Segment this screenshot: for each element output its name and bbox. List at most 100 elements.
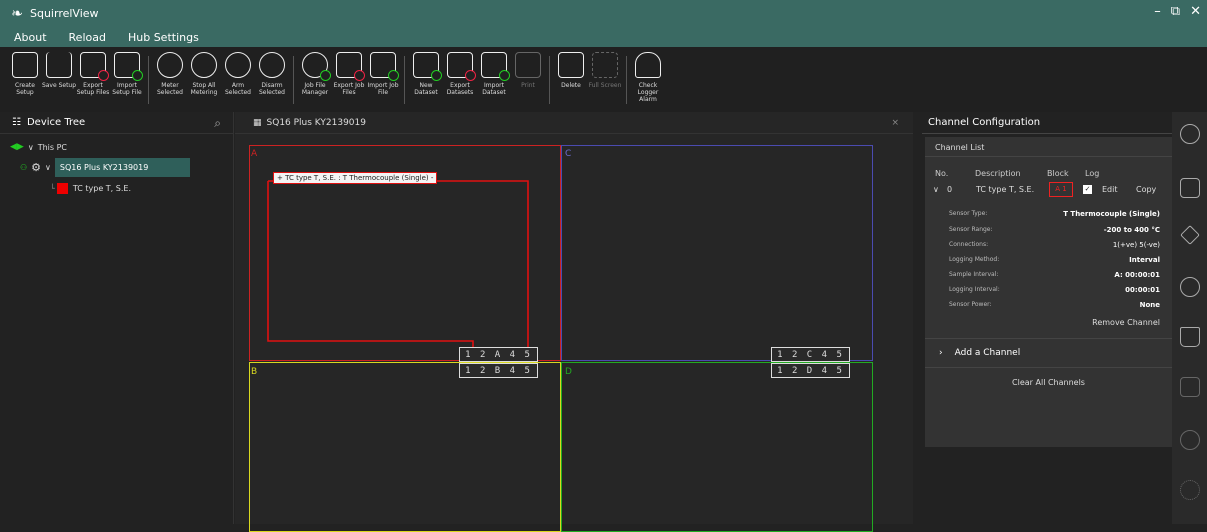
connector-block-b[interactable]: 1 2 B 4 5 (459, 363, 538, 378)
connector-block-d[interactable]: 1 2 D 4 5 (771, 363, 850, 378)
save-setup-button[interactable]: Save Setup (42, 52, 76, 89)
import-job-file-button[interactable]: Import Job File (367, 52, 399, 96)
delete-button[interactable]: Delete (556, 52, 586, 89)
detail-sample-interval: Sample Interval: A: 00:00:01 (949, 271, 1160, 279)
channel-configuration-panel: Channel Configuration Channel List No. D… (922, 112, 1172, 524)
remove-channel-button[interactable]: Remove Channel (1092, 318, 1160, 327)
full-screen-button[interactable]: Full Screen (589, 52, 621, 89)
import-setup-file-button[interactable]: Import Setup File (112, 52, 143, 96)
stop-all-metering-button[interactable]: Stop All Metering (189, 52, 219, 96)
channel-block[interactable]: A 1 (1049, 182, 1073, 197)
import-dataset-button[interactable]: Import Dataset (479, 52, 510, 96)
logger-icon[interactable] (1180, 178, 1200, 198)
clear-all-channels-button[interactable]: Clear All Channels (925, 373, 1172, 393)
menu-hub-settings[interactable]: Hub Settings (128, 31, 199, 44)
print-button[interactable]: Print (513, 52, 543, 89)
bell-icon (635, 52, 661, 78)
menu-about[interactable]: About (14, 31, 47, 44)
info-icon[interactable] (1180, 430, 1200, 450)
app-title: SquirrelView (30, 7, 99, 20)
close-icon[interactable]: ✕ (1190, 4, 1201, 19)
alarm-clock-icon[interactable] (1180, 277, 1200, 297)
this-pc-label: This PC (37, 142, 68, 152)
disarm-icon (259, 52, 285, 78)
meter-icon (157, 52, 183, 78)
export-setup-files-button[interactable]: Export Setup Files (77, 52, 109, 96)
connector-block-c[interactable]: 1 2 C 4 5 (771, 347, 850, 362)
gear-icon[interactable]: ⚙ (31, 161, 41, 174)
connector-block-a[interactable]: 1 2 A 4 5 (459, 347, 538, 362)
tree-item-this-pc[interactable]: ◀▶ ∨ This PC (10, 142, 67, 152)
copy-button[interactable]: Copy (1136, 185, 1156, 194)
minimize-icon[interactable]: – (1154, 4, 1161, 19)
export-job-files-button[interactable]: Export Job Files (334, 52, 365, 96)
stop-metering-icon (191, 52, 217, 78)
channel-list: Channel List No. Description Block Log ∨… (925, 137, 1172, 447)
add-channel-row[interactable]: › Add a Channel (925, 338, 1172, 368)
tools-icon[interactable] (1180, 225, 1200, 245)
meter-selected-button[interactable]: Meter Selected (155, 52, 185, 96)
maximize-icon[interactable]: ⧉ (1171, 4, 1180, 19)
device-label: SQ16 Plus KY2139019 (54, 158, 191, 177)
config-title: Channel Configuration (922, 112, 1172, 134)
search-icon[interactable]: ⌕ (214, 116, 221, 131)
print-icon (515, 52, 541, 78)
add-channel-label: Add a Channel (954, 348, 1021, 358)
tree-branch: └ (50, 184, 55, 193)
tree-item-channel[interactable]: └ TC type T, S.E. (50, 183, 131, 194)
title-bar: ❧ SquirrelView – ⧉ ✕ (0, 0, 1207, 27)
chevron-down-icon[interactable]: ∨ (45, 163, 51, 172)
device-tree-panel: ☷ Device Tree ⌕ ◀▶ ∨ This PC ⚇ ⚙ ∨ SQ16 … (0, 112, 234, 524)
col-description: Description (975, 169, 1021, 178)
detail-connections: Connections: 1(+ve) 5(-ve) (949, 241, 1160, 249)
disarm-selected-button[interactable]: Disarm Selected (257, 52, 287, 96)
menu-reload[interactable]: Reload (69, 31, 106, 44)
toolbar: Create Setup Save Setup Export Setup Fil… (0, 47, 1207, 112)
detail-logging-method: Logging Method: Interval (949, 256, 1160, 264)
squirrel-icon: ❧ (11, 5, 23, 22)
connection-icon: ⚇ (20, 163, 28, 172)
job-file-manager-button[interactable]: Job File Manager (300, 52, 331, 96)
export-job-icon (336, 52, 365, 81)
detail-logging-interval: Logging Interval: 00:00:01 (949, 286, 1160, 294)
tree-item-device[interactable]: ⚇ ⚙ ∨ SQ16 Plus KY2139019 (20, 158, 191, 177)
new-dataset-button[interactable]: New Dataset (411, 52, 442, 96)
export-datasets-button[interactable]: Export Datasets (445, 52, 476, 96)
arm-selected-button[interactable]: Arm Selected (223, 52, 253, 96)
job-file-manager-icon (302, 52, 331, 81)
channel-box[interactable]: + TC type T, S.E. : T Thermocouple (Sing… (273, 172, 438, 184)
import-job-icon (370, 52, 399, 81)
channel-config-icon[interactable] (1180, 124, 1200, 144)
create-setup-icon (12, 52, 38, 78)
detail-sensor-type: Sensor Type: T Thermocouple (Single) (949, 210, 1160, 218)
export-setup-icon (80, 52, 109, 81)
col-block: Block (1047, 169, 1069, 178)
new-dataset-icon (413, 52, 442, 81)
clean-icon[interactable] (1180, 327, 1200, 347)
device-tree-title: Device Tree (26, 117, 86, 128)
settings-box-icon[interactable] (1180, 377, 1200, 397)
chevron-down-icon[interactable]: ∨ (28, 143, 34, 152)
save-setup-icon (46, 52, 72, 78)
chevron-down-icon[interactable]: ∨ (933, 185, 939, 194)
device-tree-icon: ☷ (12, 117, 21, 128)
menu-bar: About Reload Hub Settings (0, 27, 1207, 47)
import-dataset-icon (481, 52, 510, 81)
channel-no: 0 (947, 185, 953, 194)
edit-button[interactable]: Edit (1102, 185, 1118, 194)
channel-color-swatch (56, 183, 68, 194)
detail-sensor-power: Sensor Power: None (949, 301, 1160, 309)
log-checkbox[interactable]: ✓ (1083, 185, 1092, 194)
channel-label: TC type T, S.E. (72, 184, 131, 193)
advanced-settings-icon[interactable] (1180, 480, 1200, 500)
delete-icon (558, 52, 584, 78)
chevron-right-icon: › (939, 348, 943, 358)
create-setup-button[interactable]: Create Setup (10, 52, 40, 96)
channel-list-title: Channel List (925, 137, 1172, 157)
device-canvas: ▦ SQ16 Plus KY2139019 × A C B D + TC typ… (235, 112, 913, 532)
fullscreen-icon (592, 52, 618, 78)
channel-row[interactable]: ∨ 0 TC type T, S.E. A 1 ✓ Edit Copy (933, 182, 1166, 198)
col-log: Log (1085, 169, 1100, 178)
arm-icon (225, 52, 251, 78)
check-logger-alarm-button[interactable]: Check Logger Alarm (633, 52, 663, 103)
